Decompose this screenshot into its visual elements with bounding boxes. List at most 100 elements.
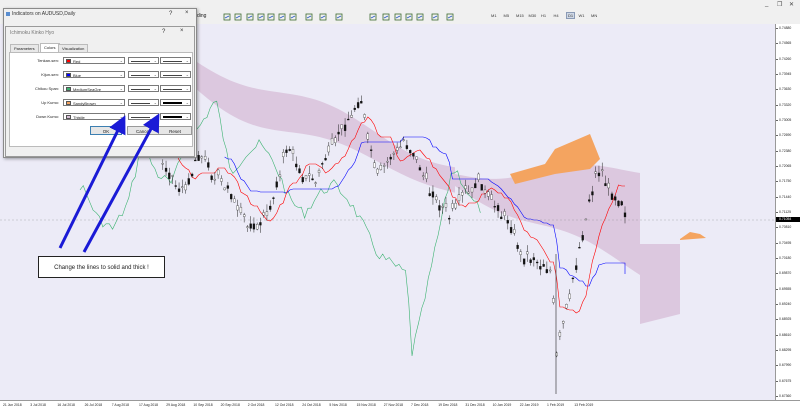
candle-body <box>213 178 217 181</box>
indicators-icon[interactable] <box>288 12 297 21</box>
hline-icon[interactable] <box>381 12 390 21</box>
down-kumo-cloud-right <box>455 164 640 275</box>
down-kumo-color-select[interactable]: Thistle ⌄ <box>63 113 125 120</box>
date-label: 20 Sep 2018 <box>220 403 240 407</box>
channel-icon[interactable] <box>393 12 402 21</box>
price-label: 0.69555 <box>779 286 792 291</box>
arrows-icon[interactable] <box>445 12 454 21</box>
up-kumo-width-select[interactable]: ⌄ <box>160 99 191 106</box>
timeframe-h4[interactable]: H4 <box>554 13 559 18</box>
ok-button[interactable]: OK <box>90 126 122 135</box>
down-kumo-label: Down Kumo: <box>36 114 59 119</box>
price-tick <box>776 74 778 75</box>
ichimoku-properties-dialog: Ichimoku Kinko Hyo ? × Parameters Colors… <box>5 26 195 157</box>
date-label: 26 Jul 2018 <box>84 403 103 407</box>
candle-body <box>470 187 474 193</box>
periods-icon[interactable] <box>304 12 313 21</box>
candle-body <box>376 168 379 174</box>
candle-body <box>184 184 187 191</box>
minimize-icon[interactable]: _ <box>765 1 768 7</box>
indicators-help-button[interactable]: ? <box>169 11 172 17</box>
chikou-span-color-select[interactable]: MediumSeaGre ⌄ <box>63 85 125 92</box>
timeframe-w1[interactable]: W1 <box>579 13 585 18</box>
timeframe-mn[interactable]: MN <box>591 13 597 18</box>
candle-body <box>594 171 597 174</box>
candle-body <box>490 194 493 200</box>
kijun-sen-color-select[interactable]: Blue ⌄ <box>63 71 125 78</box>
ichimoku-help-button[interactable]: ? <box>162 29 165 35</box>
candle-body <box>200 156 203 159</box>
price-tick <box>776 28 778 29</box>
cursor-icon[interactable] <box>318 12 327 21</box>
timeframe-m5[interactable]: M5 <box>504 13 510 18</box>
candle-body <box>269 205 272 210</box>
label-icon[interactable] <box>430 12 439 21</box>
candle-body <box>210 175 213 180</box>
zoom-in-icon[interactable] <box>233 12 242 21</box>
candle-body <box>529 259 532 263</box>
line-width-preview <box>163 75 182 76</box>
timeframe-m1[interactable]: M1 <box>491 13 497 18</box>
zoom-out-icon[interactable] <box>245 12 254 21</box>
up-kumo-style-select[interactable]: ⌄ <box>128 99 159 106</box>
tenkan-sen-style-select[interactable]: ⌄ <box>128 57 159 64</box>
tenkan-sen-color-select[interactable]: Red ⌄ <box>63 57 125 64</box>
timeframe-m15[interactable]: M15 <box>516 13 524 18</box>
up-kumo-color-select[interactable]: SandyBrown ⌄ <box>63 99 125 106</box>
candle-body <box>187 178 190 185</box>
candle-body <box>291 149 295 154</box>
fibo-icon[interactable] <box>404 12 413 21</box>
candle-body <box>548 269 552 272</box>
price-label: 0.67990 <box>779 363 792 368</box>
candle-body <box>174 185 177 187</box>
new-chart-icon[interactable] <box>222 12 231 21</box>
tile-icon[interactable] <box>256 12 265 21</box>
kijun-sen-style-select[interactable]: ⌄ <box>128 71 159 78</box>
autoscroll-icon[interactable] <box>277 12 286 21</box>
text-icon[interactable] <box>415 12 424 21</box>
chevron-down-icon: ⌄ <box>185 113 189 119</box>
candle-body <box>610 193 614 200</box>
candle-body <box>337 131 340 135</box>
candle-body <box>545 269 549 274</box>
timeframe-m30[interactable]: M30 <box>529 13 537 18</box>
timeframe-h1[interactable]: H1 <box>541 13 546 18</box>
down-kumo-style-select[interactable]: ⌄ <box>128 113 159 120</box>
candle-body <box>314 182 317 184</box>
crosshair-icon[interactable] <box>334 12 343 21</box>
price-tick <box>776 150 778 152</box>
candle-body <box>568 293 571 299</box>
price-label: 0.73630 <box>779 87 792 92</box>
autotrading-button-label[interactable]: ding <box>197 13 206 19</box>
price-label: 0.67360 <box>779 394 792 398</box>
cancel-button[interactable]: Cancel <box>127 126 159 135</box>
chikou-span-style-select[interactable]: ⌄ <box>128 85 159 92</box>
chevron-down-icon: ⌄ <box>119 71 123 77</box>
chikou-span-width-select[interactable]: ⌄ <box>160 85 191 92</box>
candle-body <box>558 331 562 337</box>
close-icon[interactable]: ✕ <box>789 1 794 8</box>
candle-body <box>464 185 467 189</box>
candle-body <box>477 173 480 180</box>
kijun-sen-width-select[interactable]: ⌄ <box>160 71 191 78</box>
timeframe-d1[interactable]: D1 <box>566 12 576 19</box>
price-label: 0.70180 <box>779 256 792 260</box>
restore-icon[interactable]: ❐ <box>777 1 782 8</box>
candle-body <box>480 184 483 191</box>
date-label: 17 Aug 2018 <box>139 403 159 407</box>
tenkan-sen-width-select[interactable]: ⌄ <box>160 57 191 64</box>
scroll-icon[interactable] <box>266 12 275 21</box>
down-kumo-width-select[interactable]: ⌄ <box>160 113 191 120</box>
color-swatch <box>66 115 71 119</box>
candle-body <box>506 220 509 224</box>
candle-body <box>457 194 461 201</box>
date-label: 10 Jan 2019 <box>492 403 512 407</box>
ichimoku-close-icon[interactable]: × <box>180 28 184 34</box>
line-icon[interactable] <box>368 12 377 21</box>
indicators-close-icon[interactable]: × <box>185 10 189 16</box>
candle-body <box>444 203 448 208</box>
reset-button[interactable]: Reset <box>158 126 192 135</box>
candle-body <box>522 258 526 265</box>
price-tick <box>776 89 778 91</box>
candle-body <box>620 201 623 206</box>
